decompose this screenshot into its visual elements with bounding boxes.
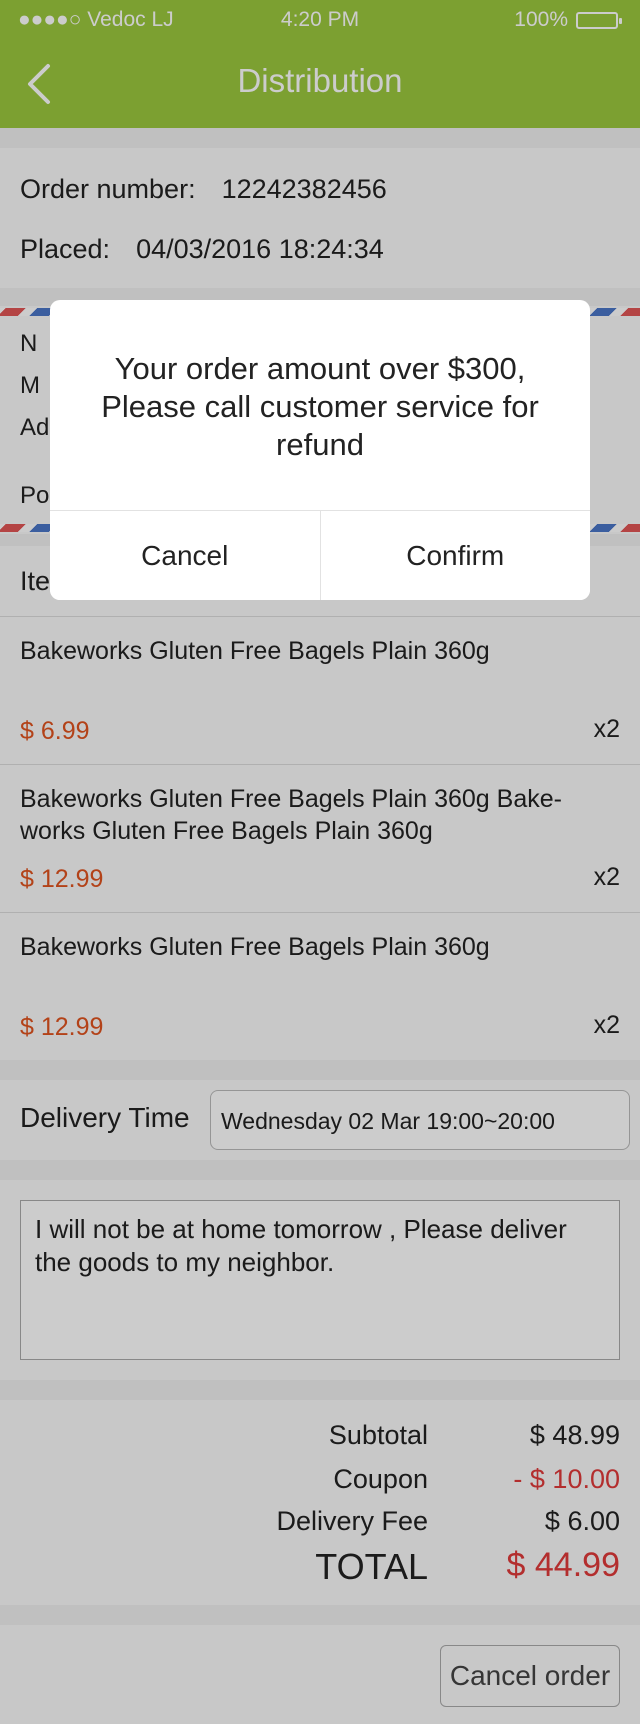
dialog-buttons: Cancel Confirm	[50, 510, 590, 600]
modal-overlay[interactable]: Your order amount over $300, Please call…	[0, 0, 640, 1724]
refund-dialog: Your order amount over $300, Please call…	[50, 300, 590, 600]
dialog-confirm-button[interactable]: Confirm	[319, 511, 590, 600]
dialog-cancel-button[interactable]: Cancel	[50, 511, 320, 600]
dialog-message: Your order amount over $300, Please call…	[101, 351, 539, 462]
